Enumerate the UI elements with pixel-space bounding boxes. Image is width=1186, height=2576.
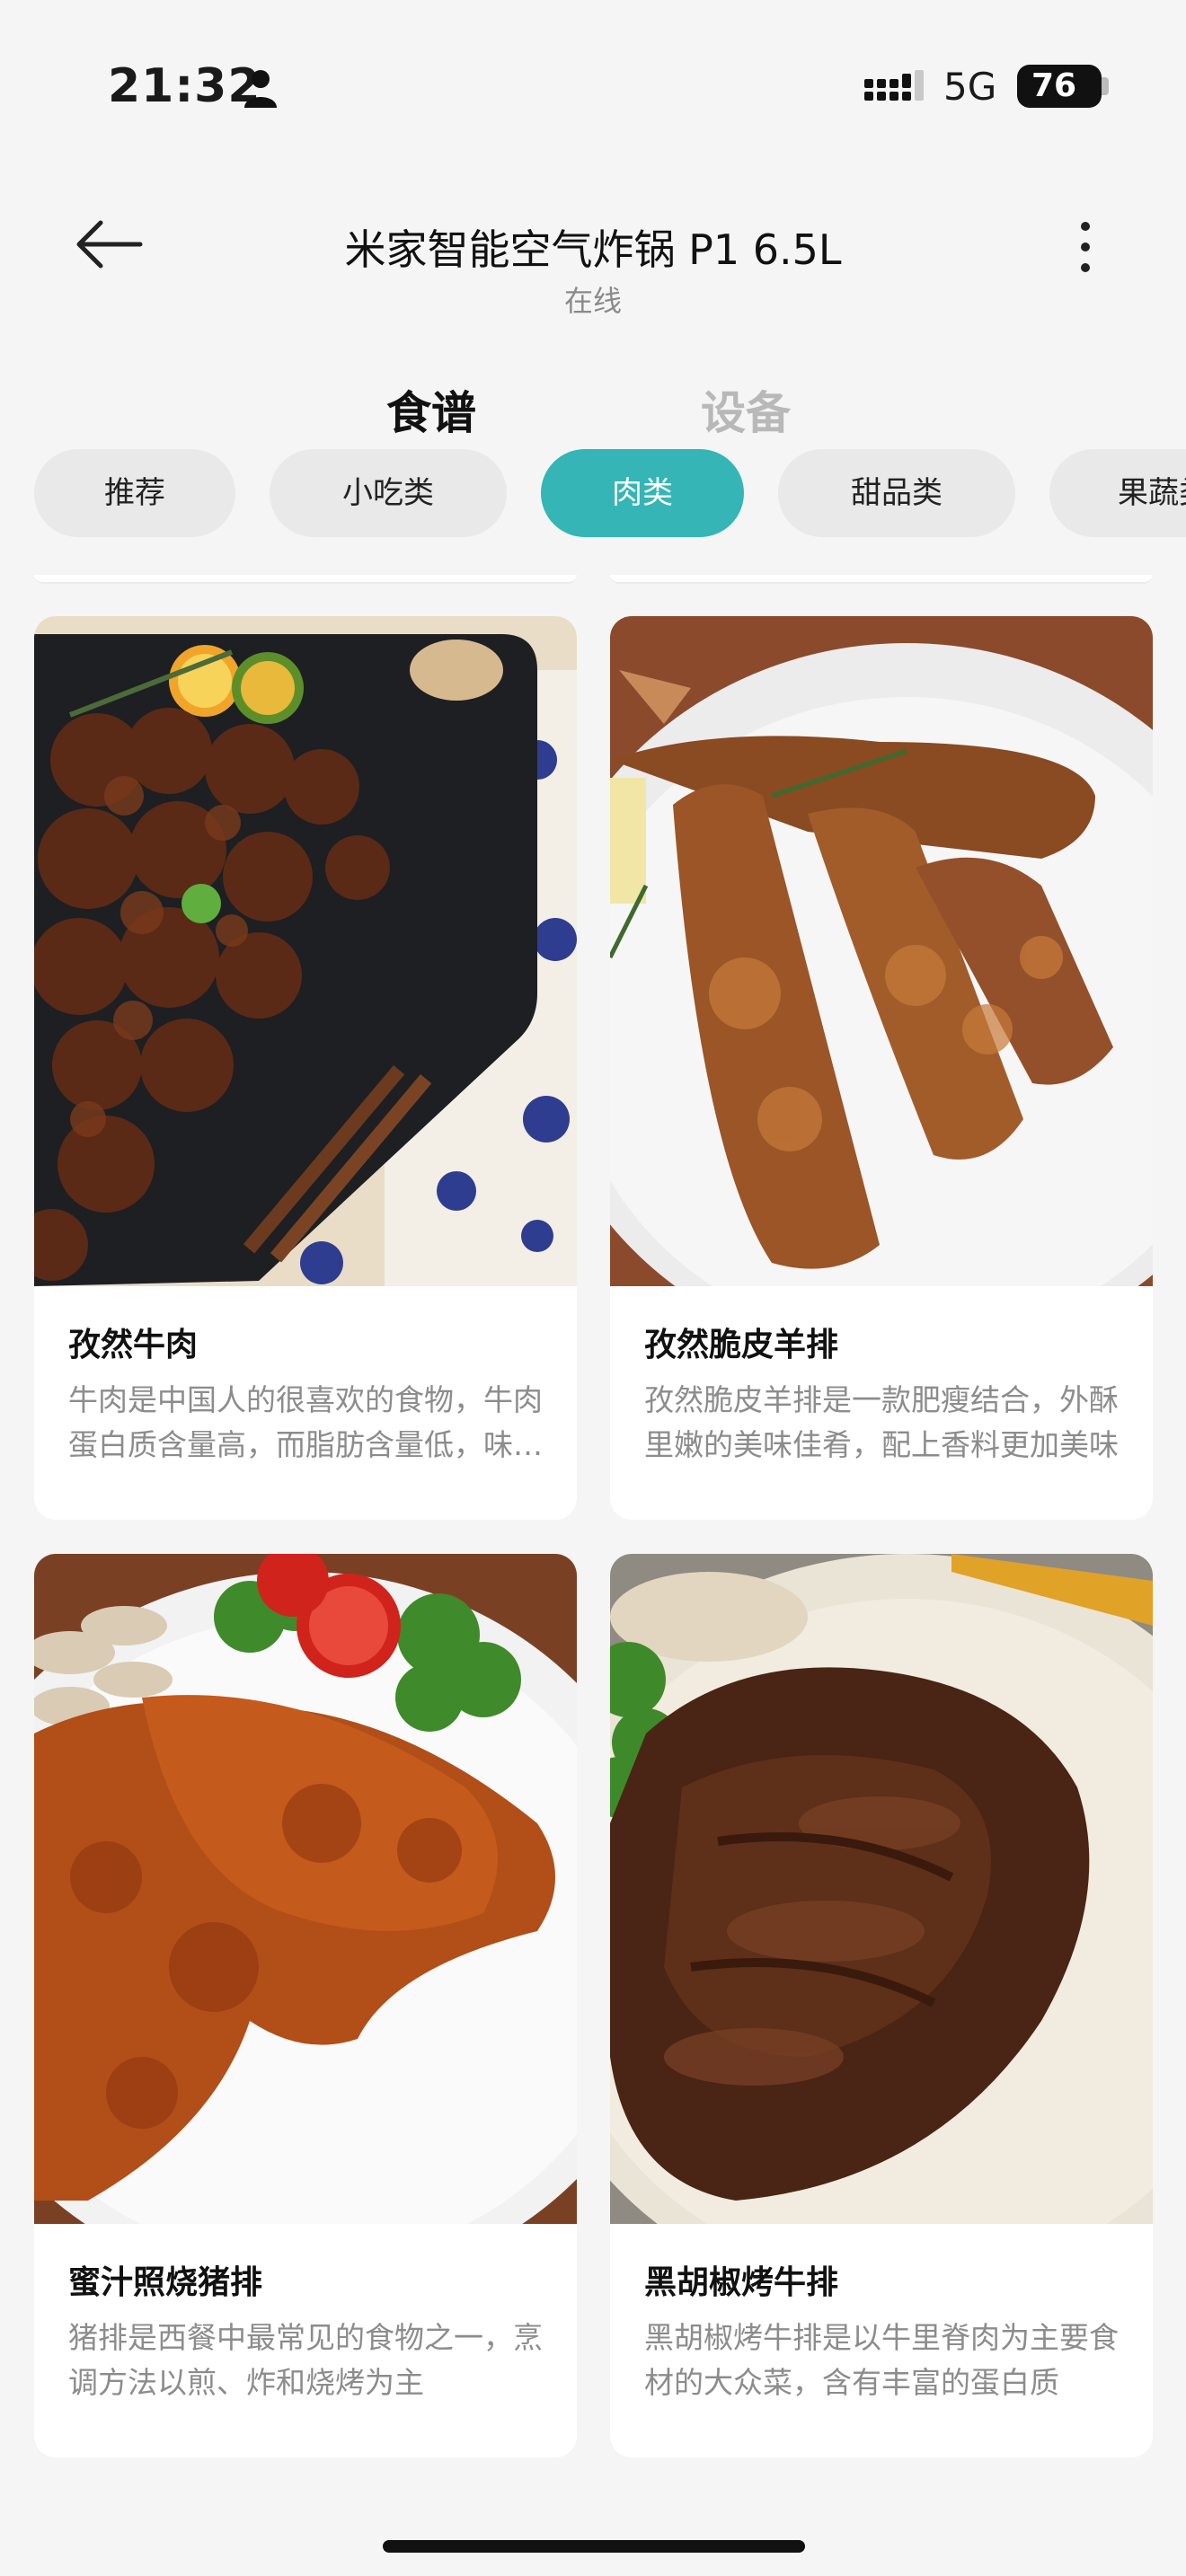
category-chip-desserts[interactable]: 甜品类 xyxy=(778,449,1015,537)
tab-recipes[interactable]: 食谱 xyxy=(386,377,476,442)
recipe-card[interactable]: 蜜汁照烧猪排 猪排是西餐中最常见的食物之一，烹调方法以煎、炸和烧烤为主 xyxy=(34,1554,577,2457)
recipe-description: 猪排是西餐中最常见的食物之一，烹调方法以煎、炸和烧烤为主 xyxy=(68,2320,543,2400)
recipe-card[interactable]: 孜然脆皮羊排 孜然脆皮羊排是一款肥瘦结合，外酥里嫩的美味佳肴，配上香料更加美味 xyxy=(610,616,1153,1520)
recipe-description: 牛肉是中国人的很喜欢的食物，牛肉蛋白质含量高，而脂肪含量低，味道鲜美 xyxy=(68,1382,543,1462)
status-bar: 21:32 5G 76 xyxy=(0,0,1186,171)
previous-card-edge xyxy=(610,575,1153,584)
home-indicator[interactable] xyxy=(383,2540,805,2553)
person-icon xyxy=(244,70,277,108)
status-time: 21:32 xyxy=(108,59,261,113)
category-chip-snacks[interactable]: 小吃类 xyxy=(270,449,507,537)
recipe-photo-pepper-steak xyxy=(610,1554,1153,2224)
back-arrow-icon[interactable] xyxy=(74,216,146,273)
recipe-name: 黑胡椒烤牛排 xyxy=(644,2264,839,2301)
recipe-photo-cumin-beef xyxy=(34,616,577,1286)
category-chips: 推荐 小吃类 肉类 甜品类 果蔬类 xyxy=(0,449,1186,539)
recipe-card[interactable]: 黑胡椒烤牛排 黑胡椒烤牛排是以牛里脊肉为主要食材的大众菜，含有丰富的蛋白质 xyxy=(610,1554,1153,2457)
category-chip-vegetables[interactable]: 果蔬类 xyxy=(1049,449,1186,537)
tab-devices[interactable]: 设备 xyxy=(701,377,791,442)
device-title: 米家智能空气炸锅 P1 6.5L xyxy=(344,225,842,274)
recipe-description: 黑胡椒烤牛排是以牛里脊肉为主要食材的大众菜，含有丰富的蛋白质 xyxy=(644,2320,1119,2400)
device-status: 在线 xyxy=(563,284,622,318)
network-label: 5G xyxy=(943,65,997,109)
category-chip-recommended[interactable]: 推荐 xyxy=(34,449,235,537)
battery-level: 76 xyxy=(1031,67,1077,104)
recipe-photo-lamb-chops xyxy=(610,616,1153,1286)
previous-card-edge xyxy=(34,575,577,584)
recipe-name: 孜然牛肉 xyxy=(68,1327,199,1363)
more-options-icon[interactable] xyxy=(1075,219,1096,275)
recipe-photo-teriyaki-pork xyxy=(34,1554,577,2224)
battery-indicator: 76 xyxy=(1017,65,1102,108)
signal-icon xyxy=(864,70,924,101)
recipe-name: 蜜汁照烧猪排 xyxy=(68,2264,263,2301)
recipe-description: 孜然脆皮羊排是一款肥瘦结合，外酥里嫩的美味佳肴，配上香料更加美味 xyxy=(644,1382,1119,1462)
recipe-card[interactable]: 孜然牛肉 牛肉是中国人的很喜欢的食物，牛肉蛋白质含量高，而脂肪含量低，味道鲜美 xyxy=(34,616,577,1520)
battery-cap xyxy=(1102,77,1109,95)
recipe-name: 孜然脆皮羊排 xyxy=(644,1327,839,1363)
category-chip-meat[interactable]: 肉类 xyxy=(541,449,744,537)
